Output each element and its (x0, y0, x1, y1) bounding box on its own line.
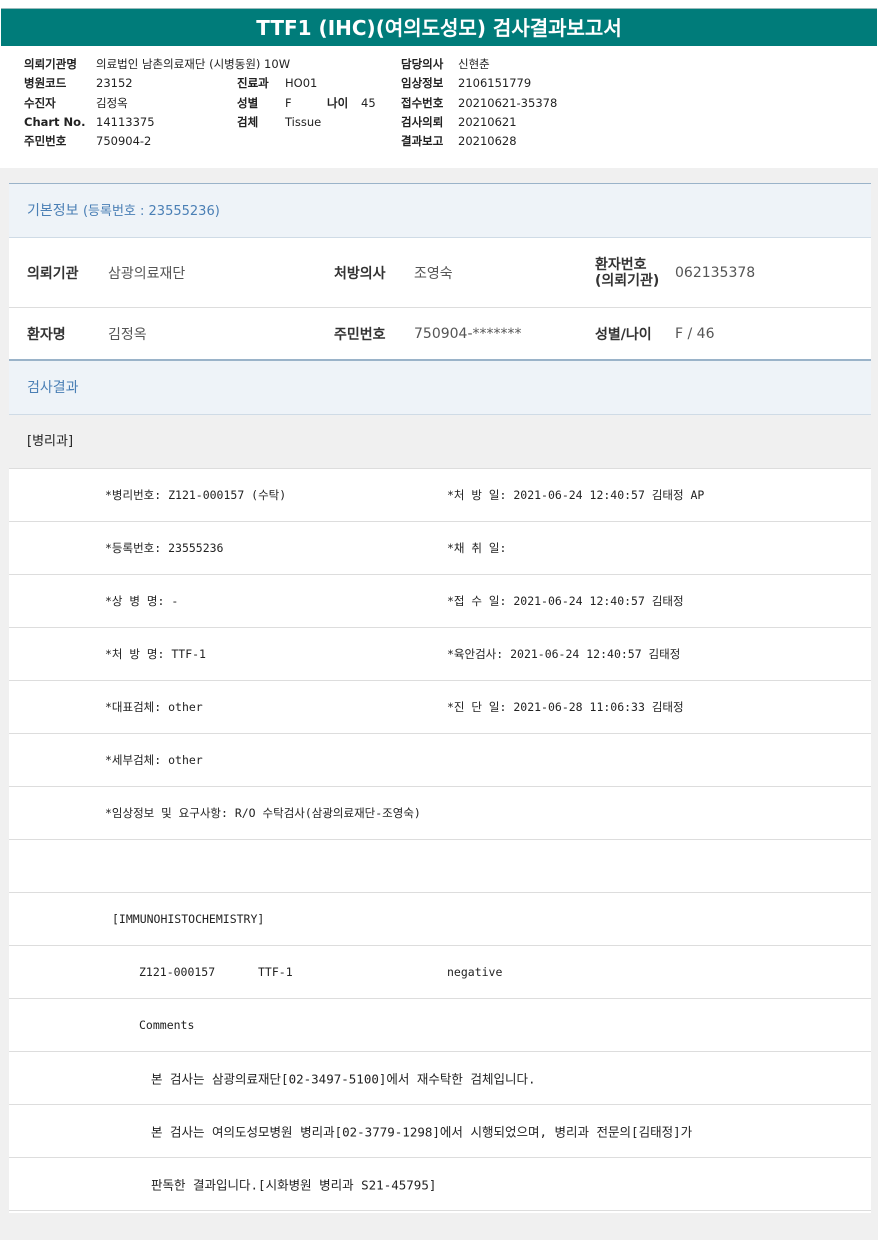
result-left: *상 병 명: - (105, 594, 179, 608)
comments-label: Comments (139, 1018, 195, 1032)
comment: 본 검사는 여의도성모병원 병리과[02-3779-1298]에서 시행되었으며… (151, 1124, 693, 1140)
comment-row: 본 검사는 여의도성모병원 병리과[02-3779-1298]에서 시행되었으며… (9, 1105, 871, 1158)
result-right: *접 수 일: 2021-06-24 12:40:57 김태정 (447, 594, 684, 608)
value: 20210628 (458, 134, 517, 149)
value: 김정옥 (108, 326, 147, 343)
ihc-test: TTF-1 (258, 965, 293, 979)
info-row: 의뢰기관 삼광의료재단 처방의사 조영숙 환자번호 (의뢰기관) 06213537… (9, 238, 871, 308)
ihc-header-row: [IMMUNOHISTOCHEMISTRY] (9, 893, 871, 946)
ihc-result: negative (447, 965, 503, 979)
result-row: *세부검체: other (9, 734, 871, 787)
result-right: *육안검사: 2021-06-24 12:40:57 김태정 (447, 647, 681, 661)
label: 처방의사 (334, 265, 386, 282)
result-row: *등록번호: 23555236 *채 취 일: (9, 522, 871, 575)
result-left: *등록번호: 23555236 (105, 541, 224, 555)
value: 신현춘 (458, 57, 490, 71)
value: F (285, 95, 292, 110)
label: 접수번호 (401, 95, 444, 110)
department: [병리과] (9, 415, 871, 469)
registration-number: (등록번호 : 23555236) (82, 204, 220, 219)
comments-label-row: Comments (9, 999, 871, 1052)
comment: 본 검사는 삼광의료재단[02-3497-5100]에서 재수탁한 검체입니다. (151, 1071, 536, 1087)
label: 임상정보 (401, 76, 444, 91)
info-row: 환자명 김정옥 주민번호 750904-******* 성별/나이 F / 46 (9, 308, 871, 361)
ihc-header: [IMMUNOHISTOCHEMISTRY] (112, 912, 265, 926)
comment-row: 판독한 결과입니다.[시화병원 병리과 S21-45795] (9, 1158, 871, 1211)
label: 진료과 (237, 76, 269, 91)
label: 성별 (237, 95, 259, 110)
value: 23152 (96, 76, 133, 91)
value: 20210621-35378 (458, 95, 558, 110)
result-left: *병리번호: Z121-000157 (수탁) (105, 488, 287, 502)
label-line: 환자번호 (595, 256, 647, 273)
label: 담당의사 (401, 57, 444, 71)
value: 14113375 (96, 114, 155, 129)
value: 750904-******* (414, 325, 522, 342)
value: Tissue (285, 114, 322, 129)
label: 의뢰기관명 (24, 57, 77, 71)
clinical-note-row: *임상정보 및 요구사항: R/O 수탁검사(삼광의료재단-조영숙) (9, 787, 871, 840)
value: 45 (361, 95, 376, 110)
result-right: *채 취 일: (447, 541, 507, 555)
label: 환자명 (27, 326, 66, 343)
clinical-note: *임상정보 및 요구사항: R/O 수탁검사(삼광의료재단-조영숙) (105, 806, 421, 820)
label: Chart No. (24, 114, 86, 129)
label: 주민번호 (24, 134, 67, 149)
result-right: *진 단 일: 2021-06-28 11:06:33 김태정 (447, 700, 684, 714)
label: 결과보고 (401, 134, 444, 149)
label-line: (의뢰기관) (595, 272, 660, 289)
header-mid: 진료과 HO01 성별 F 나이 45 검체 Tissue (237, 55, 376, 132)
result-row: *병리번호: Z121-000157 (수탁) *처 방 일: 2021-06-2… (9, 469, 871, 522)
value: F / 46 (675, 325, 715, 342)
result-row: *처 방 명: TTF-1 *육안검사: 2021-06-24 12:40:57 … (9, 628, 871, 681)
label: 수진자 (24, 95, 56, 110)
comment-row: 본 검사는 삼광의료재단[02-3497-5100]에서 재수탁한 검체입니다. (9, 1052, 871, 1105)
label: 검체 (237, 114, 259, 129)
report-title: TTF1 (IHC)(여의도성모) 검사결과보고서 (1, 8, 877, 46)
ihc-id: Z121-000157 (139, 965, 216, 979)
report-panel: 기본정보 (등록번호 : 23555236) 의뢰기관 삼광의료재단 처방의사 … (9, 183, 871, 1213)
value: 삼광의료재단 (108, 265, 186, 282)
results-header: 검사결과 (9, 361, 871, 415)
value: 062135378 (675, 264, 756, 281)
value: 20210621 (458, 114, 517, 129)
result-row: *대표검체: other *진 단 일: 2021-06-28 11:06:33 … (9, 681, 871, 734)
value: 2106151779 (458, 76, 532, 91)
label: 주민번호 (334, 326, 386, 343)
basic-info-header: 기본정보 (등록번호 : 23555236) (9, 184, 871, 238)
result-left: *처 방 명: TTF-1 (105, 647, 206, 661)
label: 나이 (327, 95, 349, 110)
ihc-result-row: Z121-000157 TTF-1 negative (9, 946, 871, 999)
result-right: *처 방 일: 2021-06-24 12:40:57 김태정 AP (447, 488, 705, 502)
value: 조영숙 (414, 265, 453, 282)
comment: 판독한 결과입니다.[시화병원 병리과 S21-45795] (151, 1177, 437, 1193)
label: 병원코드 (24, 76, 67, 91)
result-left: *세부검체: other (105, 753, 203, 767)
value: HO01 (285, 76, 318, 91)
section-title: 기본정보 (27, 203, 79, 219)
value: 김정옥 (96, 95, 128, 110)
result-row: *상 병 명: - *접 수 일: 2021-06-24 12:40:57 김태정 (9, 575, 871, 628)
label: 성별/나이 (595, 326, 652, 343)
value: 750904-2 (96, 134, 152, 149)
label: 의뢰기관 (27, 265, 79, 282)
label: 환자번호 (의뢰기관) (595, 257, 659, 289)
empty-row (9, 840, 871, 893)
header-right: 담당의사 신현춘 임상정보 2106151779 접수번호 20210621-3537… (401, 55, 557, 151)
result-left: *대표검체: other (105, 700, 203, 714)
label: 검사의뢰 (401, 114, 444, 129)
